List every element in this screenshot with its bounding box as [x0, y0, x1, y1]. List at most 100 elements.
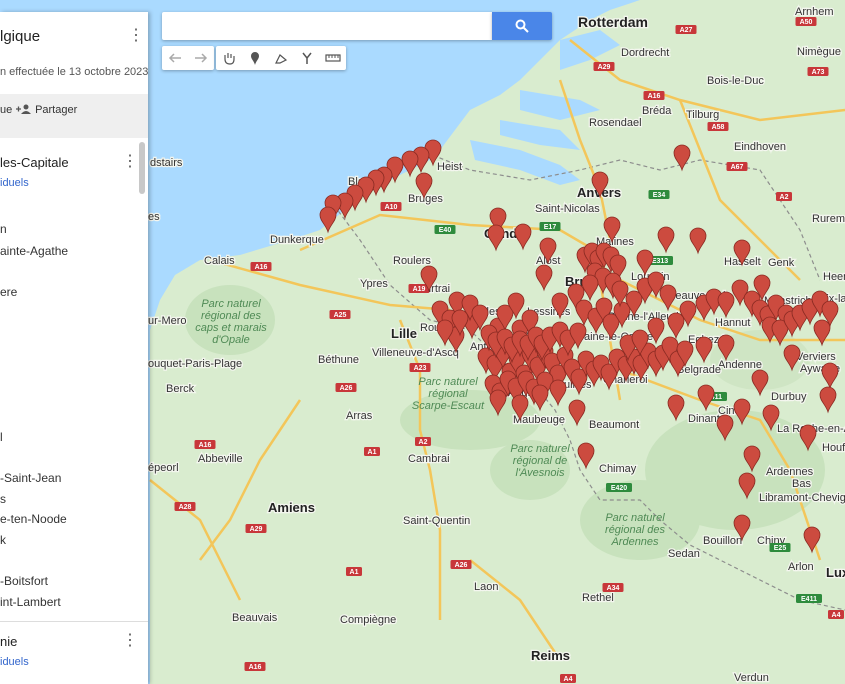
road-shield-e411b: E411 [796, 594, 822, 603]
city-label-dunkerque: Dunkerque [270, 234, 324, 246]
city-label-rosendael: Rosendael [589, 117, 642, 129]
redo-button[interactable] [188, 46, 214, 70]
preview-action[interactable]: ue [0, 104, 12, 116]
city-label-heist: Heist [437, 161, 462, 173]
redo-icon [195, 53, 208, 63]
road-shield-a1b: A1 [346, 567, 362, 576]
svg-text:A73: A73 [812, 69, 825, 76]
list-item[interactable]: -Boitsfort [0, 574, 48, 588]
list-item[interactable]: ere [0, 285, 17, 299]
city-label-ads: dstairs [150, 157, 183, 169]
city-label-arnhem: Arnhem [795, 6, 834, 18]
hand-tool-button[interactable] [216, 46, 242, 70]
svg-text:A50: A50 [800, 19, 813, 26]
map-options-icon[interactable]: ⋮ [128, 28, 144, 44]
list-item[interactable]: e-ten-Noode [0, 512, 67, 526]
road-shield-a29fr: A29 [245, 524, 267, 533]
layer-title-1[interactable]: les-Capitale [0, 155, 69, 170]
city-label-boisleduc: Bois-le-Duc [707, 75, 764, 87]
city-label-amiens: Amiens [268, 500, 315, 515]
marker-icon [251, 52, 259, 65]
share-action[interactable]: Partager [16, 104, 77, 116]
search-button[interactable] [492, 12, 552, 40]
city-label-breda: Bréda [642, 105, 672, 117]
road-shield-e420: E420 [606, 483, 632, 492]
city-label-libramont: Libramont-Chevigny [759, 492, 845, 504]
layer-options-icon[interactable]: ⋮ [122, 154, 138, 170]
city-label-saintnicolas: Saint-Nicolas [535, 203, 600, 215]
list-item[interactable]: -Saint-Jean [0, 471, 61, 485]
svg-text:A26: A26 [340, 385, 353, 392]
road-shield-e34: E34 [648, 190, 670, 199]
svg-text:E313: E313 [652, 258, 668, 265]
city-label-nimegue: Nimègue [797, 46, 841, 58]
add-marker-button[interactable] [242, 46, 268, 70]
city-label-smero: ur-Mero [148, 315, 187, 327]
city-label-bouillon: Bouillon [703, 535, 742, 547]
city-label-calais: Calais [204, 255, 235, 267]
city-label-montreuil: ouquet-Paris-Plage [148, 358, 242, 370]
line-icon [275, 54, 288, 64]
layer-title-2[interactable]: nie [0, 634, 17, 649]
svg-text:A28: A28 [179, 504, 192, 511]
road-shield-a29: A29 [593, 62, 615, 71]
city-label-villeneuve: Villeneuve-d'Ascq [372, 347, 459, 359]
road-shield-a26: A26 [335, 383, 357, 392]
city-label-beauvais: Beauvais [232, 612, 278, 624]
measure-button[interactable] [320, 46, 346, 70]
list-item[interactable]: n [0, 222, 7, 236]
city-label-dinant: Dinant [688, 413, 720, 425]
svg-text:A2: A2 [419, 439, 428, 446]
undo-button[interactable] [162, 46, 188, 70]
map-title[interactable]: lgique [0, 28, 40, 45]
city-label-hannut: Hannut [715, 317, 750, 329]
side-panel: lgique ⋮ n effectuée le 13 octobre 2023 … [0, 12, 148, 684]
tools-toolbar [216, 46, 346, 70]
city-label-roulers: Roulers [393, 255, 431, 267]
city-label-arras: Arras [346, 410, 373, 422]
list-item[interactable]: k [0, 533, 6, 547]
list-item[interactable]: l [0, 430, 3, 444]
share-label: Partager [35, 104, 78, 116]
park-ardennes-label: Parc naturel régional des Ardennes [605, 512, 665, 548]
layer-style-link-2[interactable]: iduels [0, 656, 29, 668]
history-toolbar [162, 46, 214, 70]
svg-text:A67: A67 [731, 164, 744, 171]
svg-text:A16: A16 [648, 93, 661, 100]
svg-text:A29: A29 [250, 526, 263, 533]
road-shield-a2fr: A2 [415, 437, 431, 446]
city-label-sedan: Sedan [668, 548, 700, 560]
road-shield-a1: A1 [364, 447, 380, 456]
list-item[interactable]: int-Lambert [0, 595, 61, 609]
road-shield-a58: A58 [707, 122, 729, 131]
directions-button[interactable] [294, 46, 320, 70]
hand-icon [224, 53, 235, 65]
svg-text:A16: A16 [255, 264, 268, 271]
svg-text:A16: A16 [249, 664, 262, 671]
city-label-compiegne: Compiègne [340, 614, 396, 626]
list-item[interactable]: ainte-Agathe [0, 244, 68, 258]
road-shield-a16b: A16 [194, 440, 216, 449]
road-shield-a26b: A26 [450, 560, 472, 569]
road-shield-e17: E17 [539, 222, 561, 231]
panel-scrollbar[interactable] [139, 142, 145, 194]
road-shield-a16nl: A16 [643, 91, 665, 100]
city-label-bastogne: Bas [792, 478, 811, 490]
search-input[interactable] [162, 12, 492, 40]
layer-options-icon[interactable]: ⋮ [122, 633, 138, 649]
layer-style-link-1[interactable]: iduels [0, 177, 29, 189]
draw-line-button[interactable] [268, 46, 294, 70]
city-label-reims: Reims [531, 648, 570, 663]
city-label-arlon: Arlon [788, 561, 814, 573]
list-item[interactable]: s [0, 492, 6, 506]
road-shield-a10: A10 [380, 202, 402, 211]
road-shield-a67: A67 [726, 162, 748, 171]
directions-icon [302, 52, 312, 64]
city-label-bethune: Béthune [318, 354, 359, 366]
svg-text:A1: A1 [350, 569, 359, 576]
add-person-icon [16, 104, 31, 114]
city-label-abbeville: Abbeville [198, 453, 243, 465]
city-label-andenne: Andenne [718, 359, 762, 371]
city-label-epeorn: épeorl [148, 462, 179, 474]
city-label-saintquentin: Saint-Quentin [403, 515, 470, 527]
